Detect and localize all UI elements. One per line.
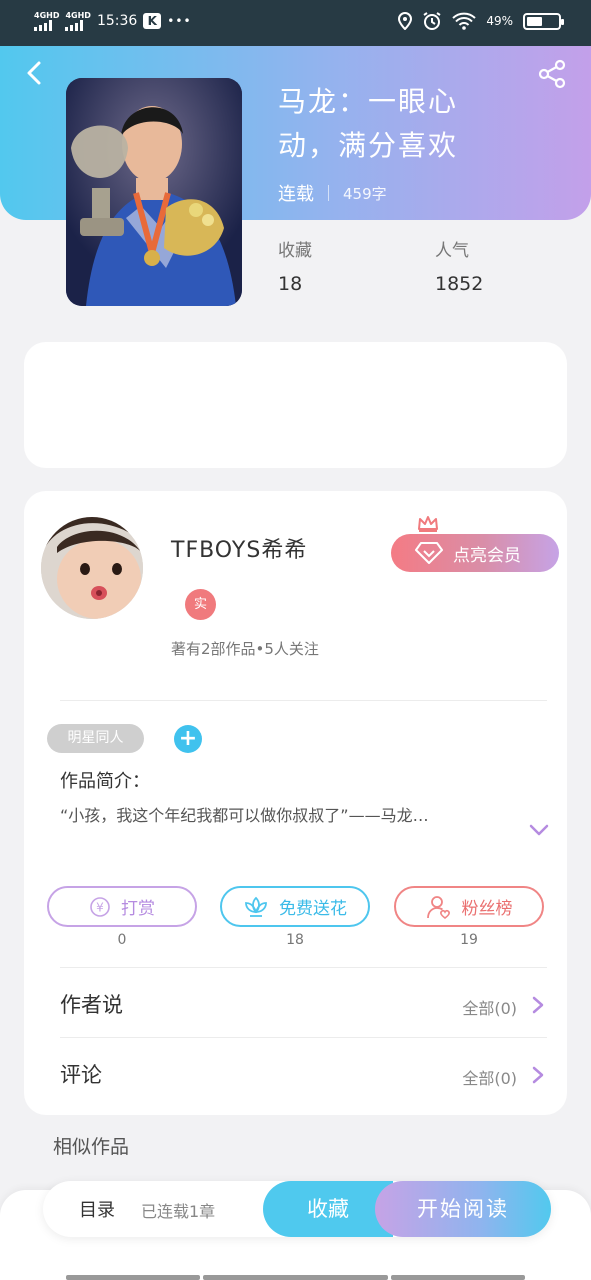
book-title: 马龙：一眼心 动，满分喜欢 [278,80,558,168]
battery-percent: 49% [486,14,513,28]
book-cover-image[interactable] [66,78,242,306]
divider [60,1037,547,1038]
flower-count: 18 [286,932,304,948]
favorites-label: 收藏 [278,241,312,261]
chevron-right-icon [532,996,544,1014]
signal-icon: 4GHD [65,11,91,31]
svg-text:¥: ¥ [96,900,104,914]
back-button[interactable] [20,58,50,88]
comments-label: 评论 [60,1063,102,1087]
wifi-icon [452,12,477,30]
info-card-empty [24,342,567,468]
author-name[interactable]: TFBOYS希希 [171,532,307,564]
network-type-label: 4GHD [34,11,60,20]
add-tag-button[interactable]: + [174,725,202,753]
word-count: 459字 [343,184,387,203]
fans-label: 粉丝榜 [461,899,513,919]
popularity-label: 人气 [435,241,469,261]
favorites-count: 18 [278,273,303,295]
avatar[interactable] [41,517,143,619]
status-bar: 4GHD 4GHD 15:36 K ••• 49% [0,0,591,46]
cover-photo [66,78,242,306]
flower-label: 免费送花 [279,899,347,919]
app-notification-icon: K [143,13,162,29]
avatar-photo [41,517,143,619]
comments-row[interactable]: 评论 全部(0) [60,1055,545,1095]
similar-works-heading: 相似作品 [53,1136,130,1158]
send-flower-button[interactable]: 免费送花 [220,886,370,927]
start-reading-button[interactable]: 开始阅读 [375,1181,551,1237]
verified-badge: 实 [185,589,216,620]
chevron-right-icon [532,1066,544,1084]
author-says-label: 作者说 [60,993,123,1017]
intro-text: “小孩，我这个年纪我都可以做你叔叔了”——马龙… [60,806,429,825]
more-notifications-icon: ••• [167,14,192,28]
intro-label: 作品简介： [60,771,150,792]
chevron-down-icon[interactable] [528,822,550,838]
activate-vip-button[interactable]: 点亮会员 [391,534,559,572]
alarm-icon [423,12,441,30]
flower-icon [245,896,267,917]
author-says-row[interactable]: 作者说 全部(0) [60,985,545,1025]
yen-icon: ¥ [90,896,110,917]
fans-count: 19 [460,932,478,948]
signal-icon: 4GHD [34,11,59,31]
popularity-count: 1852 [435,273,484,295]
vip-label: 点亮会员 [453,545,521,566]
popularity-stat: 人气 1852 [435,236,483,295]
network-type-label: 4GHD [65,11,91,20]
book-title-line: 马龙：一眼心 [278,85,459,118]
add-to-favorites-button[interactable]: 收藏 [263,1181,393,1237]
comments-all[interactable]: 全部(0) [462,1065,517,1089]
chevron-left-icon [27,61,41,85]
fans-ranking-button[interactable]: 粉丝榜 [394,886,544,927]
book-title-line: 动，满分喜欢 [278,129,459,162]
tip-label: 打赏 [121,899,155,919]
nav-indicator [391,1275,525,1280]
divider [60,700,547,701]
status-time: 15:36 [96,13,138,29]
crown-icon [418,516,438,532]
battery-icon [523,12,564,30]
nav-indicator [66,1275,200,1280]
author-says-all[interactable]: 全部(0) [462,995,517,1019]
user-heart-icon [426,895,450,919]
favorites-stat: 收藏 18 [278,236,312,295]
diamond-icon [415,542,443,564]
chapter-count: 已连载1章 [141,1202,216,1221]
author-stats: 著有2部作品•5人关注 [171,640,319,658]
table-of-contents-button[interactable]: 目录 [79,1196,115,1222]
book-meta: 连载 459字 [278,180,387,206]
divider [60,967,547,968]
nav-indicator [203,1275,388,1280]
tip-button[interactable]: ¥ 打赏 [47,886,197,927]
genre-tag[interactable]: 明星同人 [47,724,144,753]
location-icon [398,12,413,30]
serial-status: 连载 [278,184,314,205]
meta-divider [328,185,329,201]
tip-count: 0 [117,932,127,948]
